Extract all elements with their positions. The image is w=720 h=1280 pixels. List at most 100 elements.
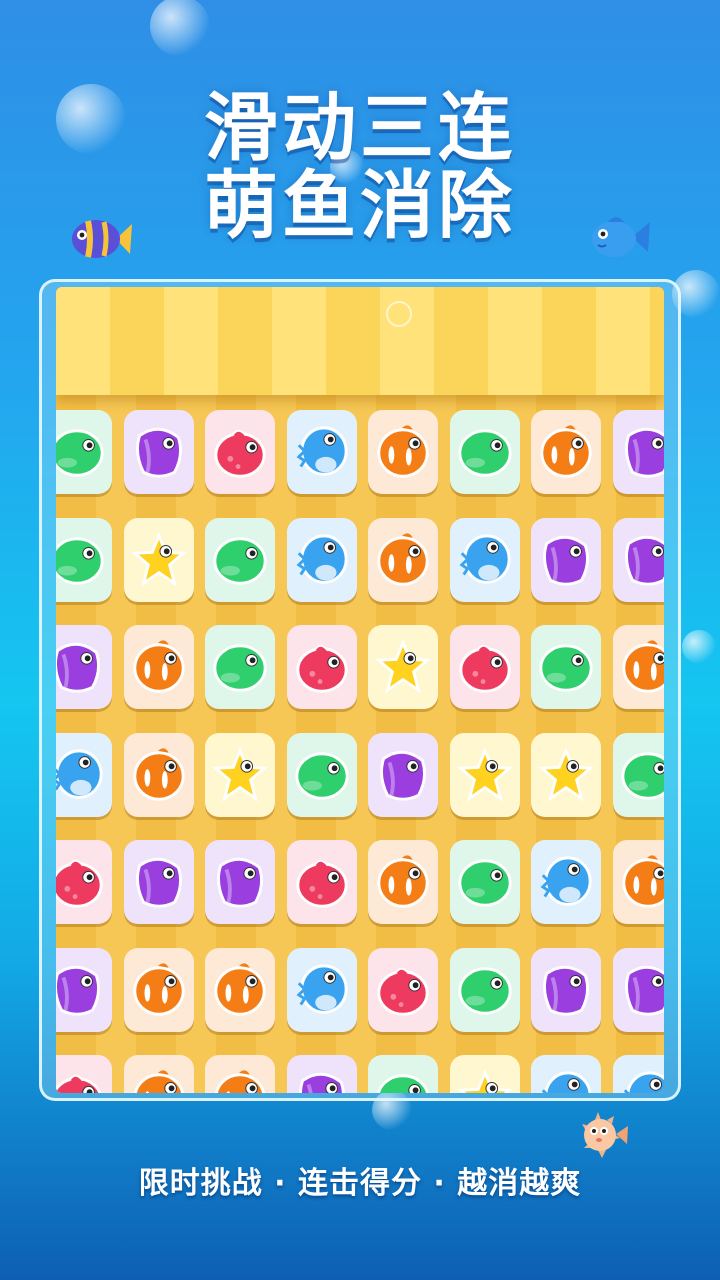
game-tile[interactable] bbox=[205, 732, 275, 817]
game-tile[interactable] bbox=[531, 947, 601, 1032]
red-fish-icon bbox=[295, 644, 348, 693]
green-fish-icon bbox=[377, 1074, 429, 1093]
game-tile[interactable] bbox=[56, 947, 112, 1032]
starfish-icon bbox=[130, 531, 187, 587]
bubble-decoration bbox=[682, 630, 716, 664]
game-tile[interactable] bbox=[56, 840, 112, 924]
game-tile[interactable] bbox=[368, 517, 438, 602]
game-tile[interactable] bbox=[205, 840, 275, 924]
blue-fish-icon bbox=[540, 856, 592, 906]
purple-fish-icon bbox=[217, 857, 263, 908]
game-tile[interactable] bbox=[56, 517, 112, 602]
green-fish-icon bbox=[294, 751, 349, 800]
game-tile[interactable] bbox=[56, 410, 112, 494]
orange-fish-icon bbox=[132, 962, 185, 1016]
red-fish-icon bbox=[377, 967, 429, 1016]
starfish-icon bbox=[538, 746, 594, 802]
game-tile[interactable] bbox=[368, 947, 438, 1032]
blue-fish-icon bbox=[296, 426, 348, 476]
starfish-icon bbox=[375, 639, 431, 694]
green-fish-icon bbox=[56, 429, 104, 477]
game-tile[interactable] bbox=[205, 625, 275, 709]
red-fish-icon bbox=[295, 859, 348, 908]
blue-fish-icon bbox=[592, 217, 650, 257]
green-fish-icon bbox=[56, 536, 104, 585]
red-fish-icon bbox=[214, 429, 266, 478]
purple-fish-icon bbox=[135, 427, 182, 478]
game-tile[interactable] bbox=[286, 840, 357, 924]
game-tile[interactable] bbox=[449, 840, 520, 924]
orange-fish-icon bbox=[621, 640, 664, 693]
purple-fish-icon bbox=[298, 1072, 345, 1093]
starfish-icon bbox=[212, 746, 268, 802]
game-tile[interactable] bbox=[531, 625, 601, 709]
purple-fish-icon bbox=[135, 857, 182, 908]
game-tile[interactable] bbox=[286, 1055, 357, 1093]
game-tile[interactable] bbox=[286, 947, 357, 1032]
game-tile[interactable] bbox=[612, 947, 664, 1032]
game-tile[interactable] bbox=[368, 1055, 438, 1093]
game-tile[interactable] bbox=[612, 517, 664, 602]
game-tile[interactable] bbox=[286, 732, 357, 817]
bubble-decoration bbox=[386, 301, 412, 327]
game-tile[interactable] bbox=[449, 947, 520, 1032]
game-tile[interactable] bbox=[368, 410, 438, 494]
game-tile[interactable] bbox=[368, 625, 438, 709]
game-tile[interactable] bbox=[368, 840, 438, 924]
game-tile[interactable] bbox=[612, 410, 664, 494]
game-tile[interactable] bbox=[56, 1055, 112, 1093]
game-tile[interactable] bbox=[612, 1055, 664, 1093]
blue-fish-icon bbox=[296, 963, 348, 1014]
game-tile[interactable] bbox=[612, 625, 664, 709]
orange-fish-icon bbox=[540, 425, 592, 478]
game-tile[interactable] bbox=[531, 517, 601, 602]
game-tile[interactable] bbox=[449, 517, 520, 602]
game-tile[interactable] bbox=[286, 625, 357, 709]
blue-fish-icon bbox=[541, 1071, 592, 1093]
game-tile[interactable] bbox=[123, 947, 194, 1032]
game-tile[interactable] bbox=[205, 517, 275, 602]
game-tile[interactable] bbox=[205, 947, 275, 1032]
game-tile[interactable] bbox=[449, 625, 520, 709]
blue-fish-icon bbox=[296, 533, 348, 584]
game-tile[interactable] bbox=[123, 840, 194, 924]
bubble-decoration bbox=[150, 0, 210, 56]
game-tile[interactable] bbox=[56, 732, 112, 817]
green-fish-icon bbox=[539, 644, 593, 692]
game-tile[interactable] bbox=[123, 625, 194, 709]
game-tile[interactable] bbox=[123, 1055, 194, 1093]
game-tile[interactable] bbox=[286, 517, 357, 602]
board-awning bbox=[56, 287, 664, 395]
green-fish-icon bbox=[213, 644, 267, 692]
orange-fish-icon bbox=[377, 855, 429, 908]
game-tile[interactable] bbox=[612, 840, 664, 924]
game-tile[interactable] bbox=[531, 410, 601, 494]
striped-fish-icon bbox=[72, 220, 132, 258]
game-tile[interactable] bbox=[123, 732, 194, 817]
game-board[interactable] bbox=[56, 287, 664, 1093]
game-tile[interactable] bbox=[449, 732, 520, 817]
purple-fish-icon bbox=[543, 965, 589, 1016]
game-tile[interactable] bbox=[449, 1055, 520, 1093]
game-tile[interactable] bbox=[449, 410, 520, 494]
green-fish-icon bbox=[457, 859, 512, 907]
game-tile[interactable] bbox=[205, 1055, 275, 1093]
game-tile[interactable] bbox=[123, 517, 194, 602]
game-tile[interactable] bbox=[368, 732, 438, 817]
starfish-icon bbox=[456, 746, 513, 802]
purple-fish-icon bbox=[56, 642, 100, 693]
tagline: 限时挑战 · 连击得分 · 越消越爽 bbox=[138, 1166, 582, 1201]
game-tile[interactable] bbox=[123, 410, 194, 494]
pufferfish-icon bbox=[582, 1112, 628, 1158]
game-tile[interactable] bbox=[531, 732, 601, 817]
game-tile[interactable] bbox=[205, 410, 275, 494]
orange-fish-icon bbox=[377, 532, 429, 586]
purple-fish-icon bbox=[624, 965, 664, 1016]
game-tile[interactable] bbox=[286, 410, 357, 494]
green-fish-icon bbox=[457, 966, 512, 1015]
game-tile[interactable] bbox=[531, 1055, 601, 1093]
game-tile[interactable] bbox=[56, 625, 112, 709]
orange-fish-icon bbox=[132, 747, 185, 801]
game-tile[interactable] bbox=[531, 840, 601, 924]
game-tile[interactable] bbox=[612, 732, 664, 817]
